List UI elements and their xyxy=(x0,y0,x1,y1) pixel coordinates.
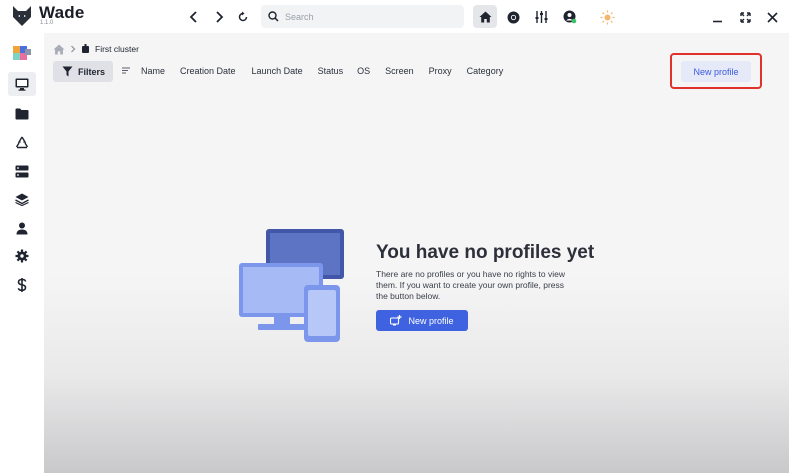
settings-sliders-button[interactable] xyxy=(530,6,552,28)
home-icon xyxy=(479,11,491,22)
dollar-icon xyxy=(17,278,27,292)
sidebar-item-layers[interactable] xyxy=(8,187,36,211)
breadcrumb: First cluster xyxy=(53,42,139,56)
minimize-button[interactable] xyxy=(706,6,728,28)
empty-state-text: There are no profiles or you have no rig… xyxy=(376,269,565,301)
sidebar-item-folders[interactable] xyxy=(8,102,36,126)
refresh-button[interactable] xyxy=(232,6,254,28)
search-icon xyxy=(268,11,279,22)
cluster-icon xyxy=(82,44,89,53)
title-bar: Wade 1.1.0 xyxy=(0,0,789,33)
filters-label: Filters xyxy=(78,66,106,77)
theme-toggle-button[interactable] xyxy=(596,6,618,28)
sliders-icon xyxy=(535,11,547,23)
column-headers: Name Creation Date Launch Date Status OS… xyxy=(141,66,503,76)
column-screen[interactable]: Screen xyxy=(385,66,414,76)
sidebar-item-settings[interactable] xyxy=(8,244,36,268)
sidebar-item-trash[interactable] xyxy=(8,130,36,154)
user-icon xyxy=(16,222,28,234)
recycle-icon xyxy=(15,136,29,148)
back-button[interactable] xyxy=(183,6,205,28)
column-os[interactable]: OS xyxy=(357,66,370,76)
sidebar-item-profile-avatar[interactable] xyxy=(8,41,36,65)
new-profile-button[interactable]: New profile xyxy=(376,310,468,331)
chrome-icon xyxy=(507,11,519,23)
empty-state-title: You have no profiles yet xyxy=(376,242,595,263)
minimize-icon xyxy=(712,20,722,22)
sort-icon[interactable] xyxy=(122,67,130,74)
expand-icon xyxy=(739,11,751,23)
add-profile-icon xyxy=(390,315,402,326)
sidebar-item-billing[interactable] xyxy=(8,273,36,297)
breadcrumb-current[interactable]: First cluster xyxy=(95,44,139,54)
browser-button[interactable] xyxy=(502,6,524,28)
home-button[interactable] xyxy=(473,5,497,28)
filter-icon xyxy=(62,66,73,77)
wolf-logo-icon xyxy=(13,6,31,26)
chevron-right-icon xyxy=(216,11,224,23)
main-content: First cluster Filters Name Creation Date… xyxy=(44,33,789,473)
column-creation-date[interactable]: Creation Date xyxy=(180,66,236,76)
monitor-icon xyxy=(15,78,29,91)
forward-button[interactable] xyxy=(208,6,230,28)
column-category[interactable]: Category xyxy=(467,66,504,76)
search-bar[interactable] xyxy=(261,5,464,28)
maximize-button[interactable] xyxy=(734,6,756,28)
sun-icon xyxy=(600,10,614,24)
filters-button[interactable]: Filters xyxy=(53,61,113,82)
server-icon xyxy=(15,165,29,177)
chevron-right-icon xyxy=(71,45,76,53)
refresh-icon xyxy=(238,11,248,22)
search-input[interactable] xyxy=(285,11,455,22)
devices-illustration-icon xyxy=(239,229,344,342)
close-button[interactable] xyxy=(761,6,783,28)
new-profile-header-button[interactable]: New profile xyxy=(681,61,751,82)
column-name[interactable]: Name xyxy=(141,66,165,76)
new-profile-button-label: New profile xyxy=(408,315,454,326)
avatar-grid-icon xyxy=(13,46,31,60)
layers-icon xyxy=(15,193,29,206)
folder-icon xyxy=(15,108,29,120)
account-icon xyxy=(563,10,577,24)
column-status[interactable]: Status xyxy=(318,66,344,76)
close-icon xyxy=(766,11,778,23)
chevron-left-icon xyxy=(189,11,197,23)
home-icon[interactable] xyxy=(53,43,65,55)
column-proxy[interactable]: Proxy xyxy=(429,66,452,76)
column-launch-date[interactable]: Launch Date xyxy=(252,66,303,76)
account-button[interactable] xyxy=(559,6,581,28)
sidebar xyxy=(0,33,44,473)
sidebar-item-users[interactable] xyxy=(8,216,36,240)
sidebar-item-profiles[interactable] xyxy=(8,72,36,96)
app-version: 1.1.0 xyxy=(40,20,54,26)
gear-icon xyxy=(15,249,29,263)
sidebar-item-proxies[interactable] xyxy=(8,159,36,183)
